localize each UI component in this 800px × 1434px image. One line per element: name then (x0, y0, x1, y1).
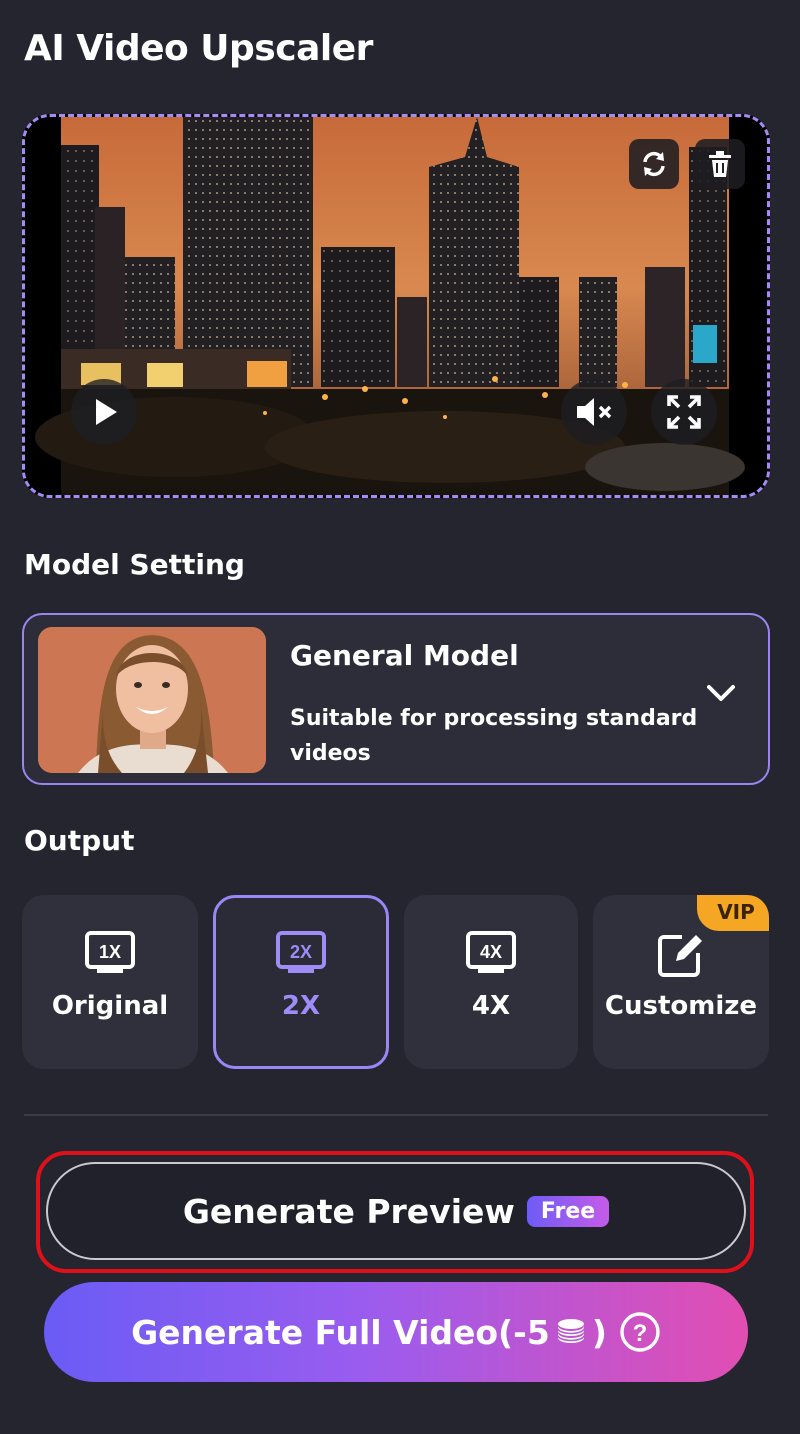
trash-icon (709, 151, 731, 177)
refresh-button[interactable] (629, 139, 679, 189)
svg-text:2X: 2X (290, 942, 312, 962)
output-option-label: 2X (281, 991, 321, 1021)
model-name: General Model (290, 639, 519, 672)
free-badge: Free (526, 1195, 610, 1227)
generate-full-video-label: Generate Full Video(-5 (131, 1312, 550, 1352)
fullscreen-icon (667, 395, 701, 429)
mute-button[interactable] (561, 379, 627, 445)
output-label: Output (24, 824, 135, 857)
page-title: AI Video Upscaler (24, 28, 373, 69)
generate-preview-label: Generate Preview (182, 1191, 515, 1231)
play-icon (96, 399, 117, 425)
chevron-down-icon (707, 685, 735, 701)
divider (24, 1114, 768, 1116)
model-selector[interactable]: General Model Suitable for processing st… (22, 613, 770, 785)
refresh-icon (643, 151, 665, 177)
upscaler-panel: AI Video Upscaler Model Setting General … (0, 0, 800, 1434)
output-option-label: 4X (471, 991, 511, 1021)
svg-text:1X: 1X (99, 942, 121, 962)
generate-full-video-suffix: ) (591, 1312, 607, 1352)
play-button[interactable] (71, 379, 137, 445)
help-icon[interactable]: ? (619, 1311, 661, 1353)
fullscreen-button[interactable] (651, 379, 717, 445)
output-option-original[interactable]: 1X Original (22, 895, 198, 1069)
output-option-label: Original (51, 991, 169, 1021)
svg-text:4X: 4X (480, 942, 502, 962)
delete-button[interactable] (695, 139, 745, 189)
model-description: Suitable for processing standard videos (290, 706, 698, 766)
model-thumbnail (38, 627, 266, 773)
output-option-2x[interactable]: 2X 2X (213, 895, 389, 1069)
output-option-4x[interactable]: 4X 4X (404, 895, 578, 1069)
coins-icon (557, 1319, 585, 1343)
model-setting-label: Model Setting (24, 548, 245, 581)
mute-icon (577, 398, 612, 426)
scale-1x-icon: 1X (85, 931, 135, 973)
output-option-label: Customize (604, 991, 758, 1021)
vip-badge: VIP (697, 895, 769, 931)
scale-2x-icon: 2X (276, 931, 326, 973)
output-option-customize[interactable]: VIP Customize (593, 895, 769, 1069)
scale-4x-icon: 4X (466, 931, 516, 973)
svg-text:?: ? (633, 1320, 648, 1347)
video-preview[interactable] (22, 114, 770, 498)
generate-full-video-button[interactable]: Generate Full Video(-5 ) ? (44, 1282, 748, 1382)
edit-icon (658, 935, 702, 977)
generate-preview-button[interactable]: Generate Preview Free (46, 1162, 746, 1260)
